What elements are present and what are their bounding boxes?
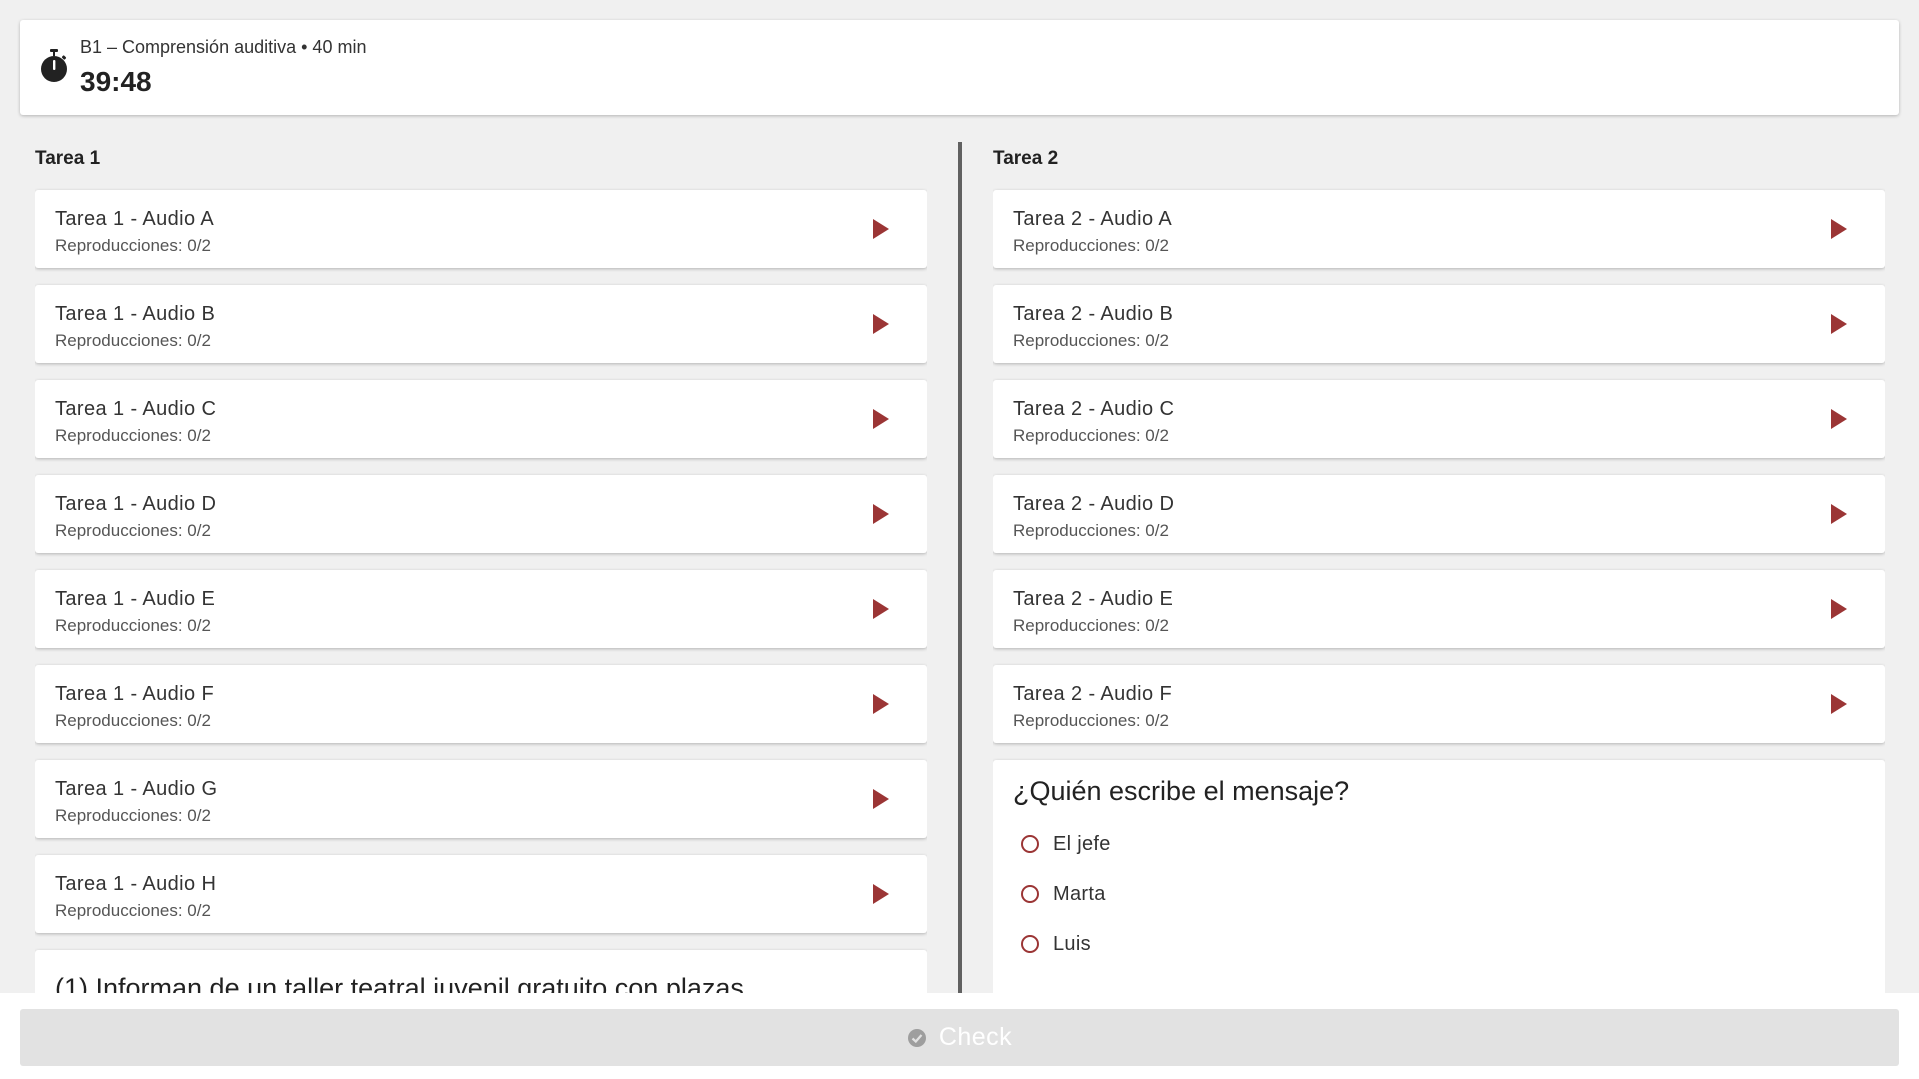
audio-title: Tarea 2 - Audio E: [1013, 588, 1174, 610]
play-icon: [873, 504, 889, 524]
play-icon: [1831, 599, 1847, 619]
audio-card: Tarea 1 - Audio D Reproducciones: 0/2: [35, 475, 927, 553]
tarea1-title: Tarea 1: [35, 148, 101, 169]
play-icon: [1831, 504, 1847, 524]
audio-play-count: Reproducciones: 0/2: [55, 901, 211, 920]
audio-card: Tarea 1 - Audio F Reproducciones: 0/2: [35, 665, 927, 743]
countdown-timer: 39:48: [80, 66, 152, 97]
play-button[interactable]: [867, 215, 895, 243]
play-button[interactable]: [867, 405, 895, 433]
audio-play-count: Reproducciones: 0/2: [1013, 331, 1169, 350]
play-icon: [873, 409, 889, 429]
play-icon: [873, 314, 889, 334]
tarea1-column: Tarea 1 Tarea 1 - Audio A Reproducciones…: [35, 140, 927, 993]
play-button[interactable]: [867, 310, 895, 338]
audio-title: Tarea 2 - Audio A: [1013, 208, 1173, 230]
play-icon: [873, 694, 889, 714]
audio-title: Tarea 1 - Audio G: [55, 778, 218, 800]
check-button-label: Check: [938, 1023, 1013, 1051]
answer-options: El jefe Marta Luis: [1013, 819, 1865, 969]
audio-title: Tarea 1 - Audio A: [55, 208, 215, 230]
answer-option[interactable]: Marta: [1021, 869, 1865, 919]
audio-play-count: Reproducciones: 0/2: [1013, 521, 1169, 540]
play-button[interactable]: [1825, 595, 1853, 623]
option-label: El jefe: [1053, 832, 1111, 855]
audio-card: Tarea 1 - Audio G Reproducciones: 0/2: [35, 760, 927, 838]
audio-card: Tarea 1 - Audio A Reproducciones: 0/2: [35, 190, 927, 268]
audio-card: Tarea 2 - Audio D Reproducciones: 0/2: [993, 475, 1885, 553]
audio-card: Tarea 2 - Audio B Reproducciones: 0/2: [993, 285, 1885, 363]
tarea1-audio-list: Tarea 1 - Audio A Reproducciones: 0/2 Ta…: [35, 190, 927, 933]
audio-play-count: Reproducciones: 0/2: [55, 236, 211, 255]
column-divider: [958, 142, 962, 993]
play-icon: [1831, 409, 1847, 429]
play-icon: [1831, 219, 1847, 239]
answer-option[interactable]: Luis: [1021, 919, 1865, 969]
check-circle-icon: [907, 1028, 926, 1047]
stopwatch-icon: [41, 49, 67, 82]
audio-play-count: Reproducciones: 0/2: [55, 616, 211, 635]
audio-card: Tarea 1 - Audio B Reproducciones: 0/2: [35, 285, 927, 363]
play-button[interactable]: [1825, 215, 1853, 243]
play-icon: [873, 219, 889, 239]
audio-title: Tarea 1 - Audio B: [55, 303, 216, 325]
answer-option[interactable]: El jefe: [1021, 819, 1865, 869]
audio-play-count: Reproducciones: 0/2: [55, 806, 211, 825]
radio-button[interactable]: [1021, 835, 1039, 853]
question-text: ¿Quién escribe el mensaje?: [1013, 776, 1350, 806]
play-icon: [873, 599, 889, 619]
audio-play-count: Reproducciones: 0/2: [55, 426, 211, 445]
play-button[interactable]: [867, 595, 895, 623]
play-button[interactable]: [1825, 690, 1853, 718]
audio-title: Tarea 1 - Audio F: [55, 683, 215, 705]
audio-card: Tarea 2 - Audio A Reproducciones: 0/2: [993, 190, 1885, 268]
audio-card: Tarea 1 - Audio C Reproducciones: 0/2: [35, 380, 927, 458]
option-label: Marta: [1053, 882, 1106, 905]
audio-play-count: Reproducciones: 0/2: [1013, 426, 1169, 445]
audio-card: Tarea 1 - Audio H Reproducciones: 0/2: [35, 855, 927, 933]
audio-title: Tarea 2 - Audio F: [1013, 683, 1173, 705]
play-button[interactable]: [867, 880, 895, 908]
tarea2-question-card: ¿Quién escribe el mensaje? El jefe Marta…: [993, 760, 1885, 993]
play-button[interactable]: [1825, 405, 1853, 433]
check-button[interactable]: Check: [20, 1009, 1899, 1066]
play-icon: [873, 789, 889, 809]
play-button[interactable]: [1825, 500, 1853, 528]
audio-card: Tarea 1 - Audio E Reproducciones: 0/2: [35, 570, 927, 648]
play-icon: [873, 884, 889, 904]
play-button[interactable]: [867, 500, 895, 528]
audio-play-count: Reproducciones: 0/2: [55, 521, 211, 540]
option-label: Luis: [1053, 932, 1091, 955]
tarea1-question-card: (1) Informan de un taller teatral juveni…: [35, 950, 927, 993]
radio-button[interactable]: [1021, 935, 1039, 953]
audio-play-count: Reproducciones: 0/2: [55, 331, 211, 350]
audio-title: Tarea 1 - Audio D: [55, 493, 217, 515]
footer-bar: Check: [0, 993, 1919, 1079]
tarea2-column: Tarea 2 Tarea 2 - Audio A Reproducciones…: [993, 140, 1885, 993]
audio-title: Tarea 2 - Audio B: [1013, 303, 1174, 325]
audio-title: Tarea 1 - Audio H: [55, 873, 217, 895]
exam-header: B1 – Comprensión auditiva • 40 min 39:48: [20, 20, 1899, 115]
audio-play-count: Reproducciones: 0/2: [1013, 711, 1169, 730]
question-text: (1) Informan de un taller teatral juveni…: [55, 973, 744, 993]
play-button[interactable]: [867, 690, 895, 718]
audio-play-count: Reproducciones: 0/2: [1013, 236, 1169, 255]
play-icon: [1831, 694, 1847, 714]
audio-title: Tarea 2 - Audio D: [1013, 493, 1175, 515]
audio-title: Tarea 1 - Audio C: [55, 398, 217, 420]
audio-title: Tarea 1 - Audio E: [55, 588, 216, 610]
audio-card: Tarea 2 - Audio C Reproducciones: 0/2: [993, 380, 1885, 458]
play-icon: [1831, 314, 1847, 334]
audio-card: Tarea 2 - Audio E Reproducciones: 0/2: [993, 570, 1885, 648]
audio-card: Tarea 2 - Audio F Reproducciones: 0/2: [993, 665, 1885, 743]
play-button[interactable]: [867, 785, 895, 813]
radio-button[interactable]: [1021, 885, 1039, 903]
tarea2-audio-list: Tarea 2 - Audio A Reproducciones: 0/2 Ta…: [993, 190, 1885, 743]
audio-play-count: Reproducciones: 0/2: [55, 711, 211, 730]
audio-play-count: Reproducciones: 0/2: [1013, 616, 1169, 635]
play-button[interactable]: [1825, 310, 1853, 338]
tarea2-title: Tarea 2: [993, 148, 1059, 169]
audio-title: Tarea 2 - Audio C: [1013, 398, 1175, 420]
exam-title: B1 – Comprensión auditiva • 40 min: [80, 37, 367, 57]
